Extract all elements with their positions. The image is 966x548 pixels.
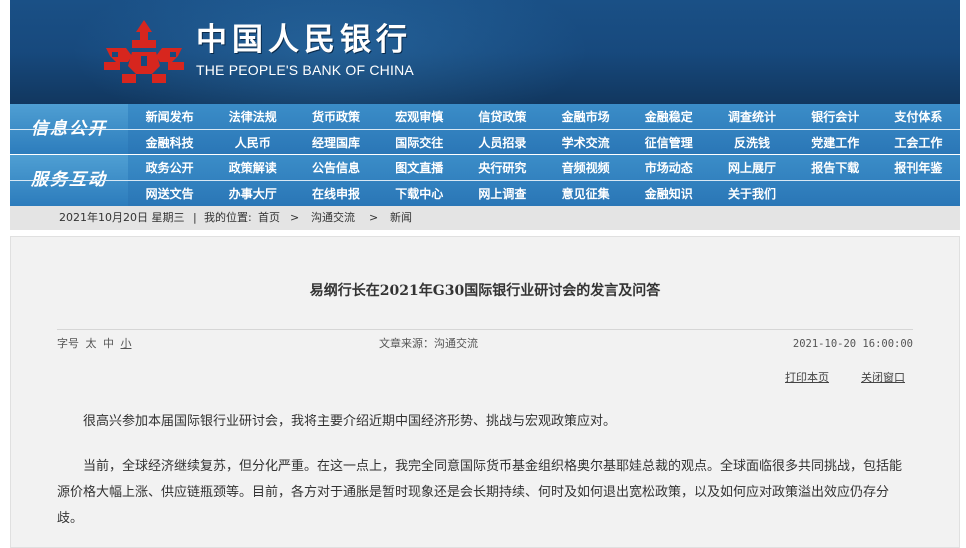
breadcrumb-section-link[interactable]: 沟通交流	[311, 206, 355, 230]
print-page-link[interactable]: 打印本页	[785, 369, 829, 385]
nav-item-recruitment[interactable]: 人员招录	[461, 129, 544, 155]
breadcrumb-home-link[interactable]: 首页	[258, 206, 280, 230]
nav-item-online-survey[interactable]: 网上调查	[461, 180, 544, 206]
nav-item-party-building[interactable]: 党建工作	[794, 129, 877, 155]
nav-item-opinion-collection[interactable]: 意见征集	[544, 180, 627, 206]
nav-item-research[interactable]: 央行研究	[461, 155, 544, 180]
nav-row-divider	[10, 129, 960, 130]
article-paragraph: 很高兴参加本届国际银行业研讨会，我将主要介绍近期中国经济形势、挑战与宏观政策应对…	[83, 414, 617, 429]
nav-item-yearbook[interactable]: 报刊年鉴	[877, 155, 960, 180]
nav-item-fintech[interactable]: 金融科技	[128, 129, 211, 155]
logo-english-name[interactable]: THE PEOPLE'S BANK OF CHINA	[196, 62, 414, 78]
nav-item-credit-reference[interactable]: 征信管理	[627, 129, 710, 155]
nav-item-monetary-policy[interactable]: 货币政策	[294, 104, 377, 129]
article-title: 易纲行长在2021年G30国际银行业研讨会的发言及问答	[309, 283, 661, 299]
nav-item-laws[interactable]: 法律法规	[211, 104, 294, 129]
nav-item-audio-video[interactable]: 音频视频	[544, 155, 627, 180]
nav-item-online-filing[interactable]: 在线申报	[294, 180, 377, 206]
article-datetime: 2021-10-20 16:00:00	[792, 338, 913, 350]
nav-item-statistics[interactable]: 调查统计	[710, 104, 793, 129]
nav-item-online-exhibition[interactable]: 网上展厅	[710, 155, 793, 180]
nav-item-financial-stability[interactable]: 金融稳定	[627, 104, 710, 129]
meta-divider	[57, 329, 913, 330]
font-size-medium-link[interactable]: 中	[103, 337, 114, 350]
nav-item-payment-system[interactable]: 支付体系	[877, 104, 960, 129]
font-size-small-link[interactable]: 小	[121, 337, 132, 350]
nav-item-financial-knowledge[interactable]: 金融知识	[627, 180, 710, 206]
breadcrumb: 2021年10月20日 星期三 | 我的位置: 首页 > 沟通交流 > 新闻	[10, 206, 960, 230]
nav-item-academic[interactable]: 学术交流	[544, 129, 627, 155]
article-source: 文章来源：沟通交流	[379, 337, 478, 350]
nav-item-empty-1	[794, 180, 877, 206]
pboc-emblem-icon[interactable]	[102, 18, 186, 84]
nav-item-about-us[interactable]: 关于我们	[710, 180, 793, 206]
nav-item-international[interactable]: 国际交往	[378, 129, 461, 155]
nav-item-treasury[interactable]: 经理国库	[294, 129, 377, 155]
nav-item-credit-policy[interactable]: 信贷政策	[461, 104, 544, 129]
nav-item-download-center[interactable]: 下载中心	[378, 180, 461, 206]
nav-item-policy-interpretation[interactable]: 政策解读	[211, 155, 294, 180]
site-header: 中国人民银行 THE PEOPLE'S BANK OF CHINA	[10, 0, 960, 104]
nav-info-disclosure: 信息公开 新闻发布 法律法规 货币政策 宏观审慎 信贷政策 金融市场 金融稳定 …	[10, 104, 960, 155]
font-size-label: 字号	[57, 337, 79, 350]
nav-item-union[interactable]: 工会工作	[877, 129, 960, 155]
nav-item-macroprudential[interactable]: 宏观审慎	[378, 104, 461, 129]
nav-item-documents[interactable]: 网送文告	[128, 180, 211, 206]
font-size-large-link[interactable]: 太	[86, 337, 97, 350]
breadcrumb-separator: |	[193, 211, 197, 224]
nav-item-gov-affairs[interactable]: 政务公开	[128, 155, 211, 180]
nav-item-financial-market[interactable]: 金融市场	[544, 104, 627, 129]
nav-service-interaction: 服务互动 政务公开 政策解读 公告信息 图文直播 央行研究 音频视频 市场动态 …	[10, 155, 960, 206]
breadcrumb-arrow-icon: >	[369, 211, 379, 224]
nav-item-market-news[interactable]: 市场动态	[627, 155, 710, 180]
nav-item-rmb[interactable]: 人民币	[211, 129, 294, 155]
nav-item-news-release[interactable]: 新闻发布	[128, 104, 211, 129]
nav-item-empty-2	[877, 180, 960, 206]
nav-item-announcements[interactable]: 公告信息	[294, 155, 377, 180]
breadcrumb-date: 2021年10月20日 星期三	[59, 211, 185, 224]
breadcrumb-location-label: 我的位置:	[204, 211, 252, 224]
nav-row-divider	[10, 180, 960, 181]
font-size-controls: 字号 太 中 小	[57, 336, 132, 352]
nav-item-service-hall[interactable]: 办事大厅	[211, 180, 294, 206]
article-paragraph: 当前，全球经济继续复苏，但分化严重。在这一点上，我完全同意国际货币基金组织格奥尔…	[57, 459, 903, 526]
close-window-link[interactable]: 关闭窗口	[861, 369, 905, 385]
nav-item-anti-money-laundering[interactable]: 反洗钱	[710, 129, 793, 155]
breadcrumb-arrow-icon: >	[290, 211, 300, 224]
nav-item-bank-accounting[interactable]: 银行会计	[794, 104, 877, 129]
breadcrumb-current-link[interactable]: 新闻	[390, 206, 412, 230]
nav-item-live-broadcast[interactable]: 图文直播	[378, 155, 461, 180]
article-panel: 易纲行长在2021年G30国际银行业研讨会的发言及问答 字号 太 中 小 文章来…	[10, 236, 960, 548]
nav-item-report-download[interactable]: 报告下载	[794, 155, 877, 180]
logo-chinese-name[interactable]: 中国人民银行	[196, 22, 412, 58]
